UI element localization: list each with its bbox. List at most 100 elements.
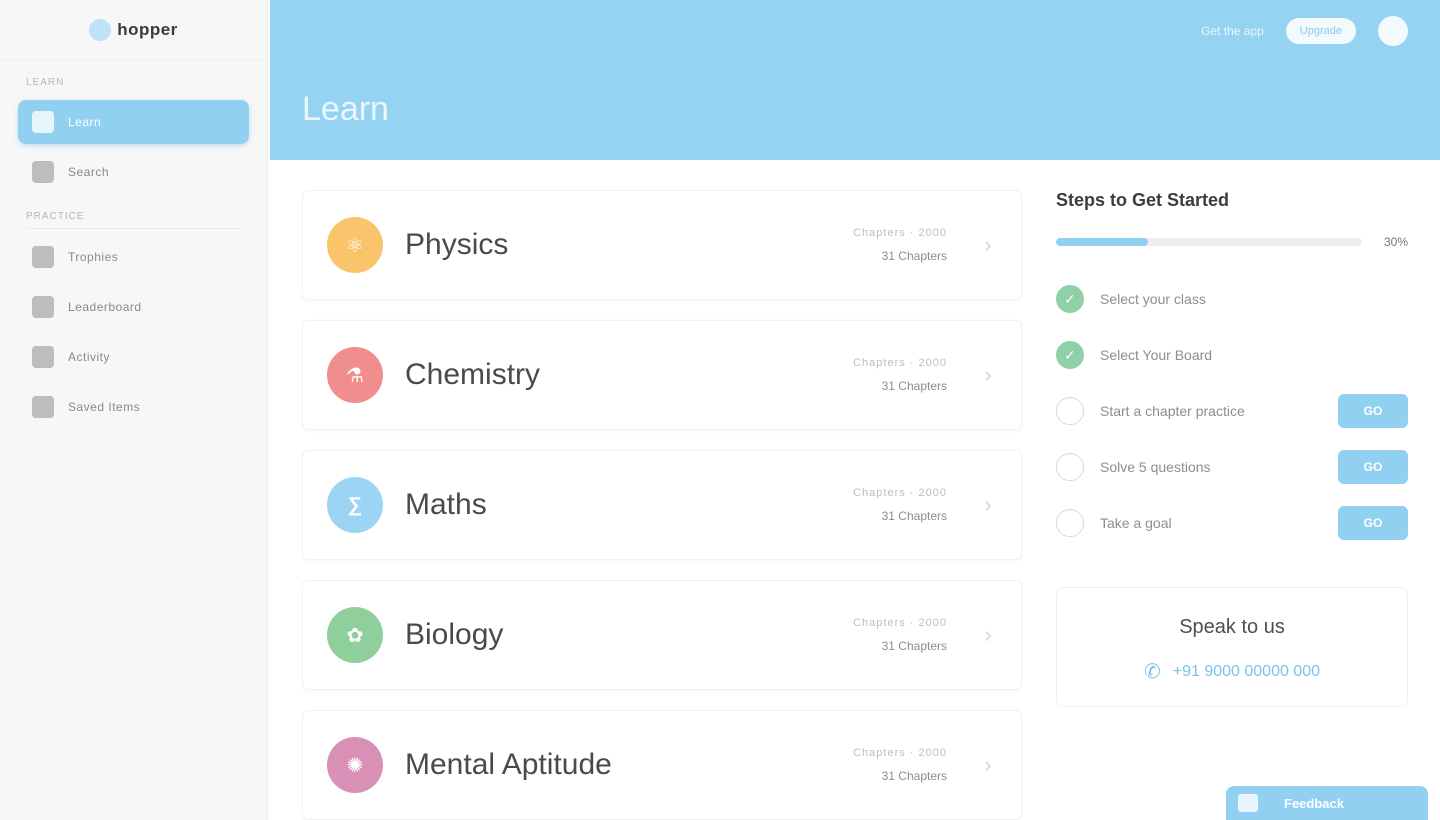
aptitude-icon: ✺ xyxy=(327,737,383,793)
book-icon xyxy=(32,111,54,133)
sidebar-item-label: Learn xyxy=(68,115,102,129)
feedback-button[interactable]: Feedback xyxy=(1226,786,1428,820)
chevron-right-icon: › xyxy=(984,232,992,257)
subject-name: Physics xyxy=(405,228,509,261)
step-label: Select your class xyxy=(1100,291,1206,307)
step-label: Take a goal xyxy=(1100,515,1172,531)
activity-icon xyxy=(32,346,54,368)
step-list: ✓ Select your class ✓ Select Your Board … xyxy=(1056,271,1408,551)
step-item: Solve 5 questions GO xyxy=(1056,439,1408,495)
empty-check-icon xyxy=(1056,509,1084,537)
chevron-right-icon: › xyxy=(984,752,992,777)
check-icon: ✓ xyxy=(1056,341,1084,369)
step-item: ✓ Select Your Board xyxy=(1056,327,1408,383)
biology-icon: ✿ xyxy=(327,607,383,663)
nav-section-label: LEARN xyxy=(26,77,65,88)
feedback-label: Feedback xyxy=(1284,795,1344,811)
subject-meta: Chapters · 2000 31 Chapters xyxy=(853,747,947,783)
step-item: Take a goal GO xyxy=(1056,495,1408,551)
subject-meta-bottom: 31 Chapters xyxy=(881,379,947,393)
sidebar-item-trophies[interactable]: Trophies xyxy=(18,235,249,279)
subject-meta-bottom: 31 Chapters xyxy=(881,509,947,523)
subject-meta-bottom: 31 Chapters xyxy=(881,639,947,653)
phone-link[interactable]: ✆ +91 9000 00000 000 xyxy=(1057,659,1407,684)
sidebar-item-label: Activity xyxy=(68,350,111,364)
subject-name: Chemistry xyxy=(405,358,541,391)
sidebar-item-label: Saved Items xyxy=(68,400,141,414)
check-icon: ✓ xyxy=(1056,285,1084,313)
sidebar-item-saved[interactable]: Saved Items xyxy=(18,385,249,429)
chevron-right-icon: › xyxy=(984,492,992,517)
trophy-icon xyxy=(32,246,54,268)
subject-card-biology[interactable]: ✿ Biology Chapters · 2000 31 Chapters › xyxy=(302,580,1022,690)
maths-icon: ∑ xyxy=(327,477,383,533)
subject-meta: Chapters · 2000 31 Chapters xyxy=(853,357,947,393)
steps-panel: Steps to Get Started 30% ✓ Select your c… xyxy=(1056,190,1408,707)
sidebar-item-search[interactable]: Search xyxy=(18,150,249,194)
empty-check-icon xyxy=(1056,453,1084,481)
subject-meta-top: Chapters · 2000 xyxy=(853,617,947,629)
subject-card-mental-aptitude[interactable]: ✺ Mental Aptitude Chapters · 2000 31 Cha… xyxy=(302,710,1022,820)
subject-meta-bottom: 31 Chapters xyxy=(881,249,947,263)
step-item: ✓ Select your class xyxy=(1056,271,1408,327)
step-label: Start a chapter practice xyxy=(1100,403,1245,419)
chemistry-icon: ⚗ xyxy=(327,347,383,403)
avatar[interactable] xyxy=(1378,16,1408,46)
logo-text: hopper xyxy=(117,19,178,39)
progress-text: 30% xyxy=(1383,235,1408,249)
physics-icon: ⚛ xyxy=(327,217,383,273)
phone-icon: ✆ xyxy=(1143,661,1161,683)
subject-name: Biology xyxy=(405,618,504,651)
nav-section-label: PRACTICE xyxy=(26,211,85,222)
subject-name: Maths xyxy=(405,488,487,521)
chevron-right-icon: › xyxy=(984,622,992,647)
step-label: Select Your Board xyxy=(1100,347,1213,363)
subject-card-chemistry[interactable]: ⚗ Chemistry Chapters · 2000 31 Chapters … xyxy=(302,320,1022,430)
steps-title: Steps to Get Started xyxy=(1056,190,1230,210)
nav-divider xyxy=(26,228,241,229)
search-icon xyxy=(32,161,54,183)
upgrade-button[interactable]: Upgrade xyxy=(1285,18,1356,44)
subject-meta-top: Chapters · 2000 xyxy=(853,747,947,759)
subject-meta: Chapters · 2000 31 Chapters xyxy=(853,487,947,523)
go-button[interactable]: GO xyxy=(1338,506,1408,540)
page-title: Learn xyxy=(302,90,389,128)
subject-meta-top: Chapters · 2000 xyxy=(853,357,947,369)
speak-to-us-card: Speak to us ✆ +91 9000 00000 000 xyxy=(1056,587,1408,707)
subject-meta-top: Chapters · 2000 xyxy=(853,487,947,499)
logo[interactable]: hopper xyxy=(0,0,267,60)
go-button[interactable]: GO xyxy=(1338,450,1408,484)
subject-card-physics[interactable]: ⚛ Physics Chapters · 2000 31 Chapters › xyxy=(302,190,1022,300)
phone-number: +91 9000 00000 000 xyxy=(1172,662,1321,680)
sidebar-item-activity[interactable]: Activity xyxy=(18,335,249,379)
sidebar-item-label: Trophies xyxy=(68,250,119,264)
subject-meta: Chapters · 2000 31 Chapters xyxy=(853,227,947,263)
step-item: Start a chapter practice GO xyxy=(1056,383,1408,439)
subject-name: Mental Aptitude xyxy=(405,748,612,781)
progress-fill xyxy=(1056,238,1148,246)
sidebar-item-leaderboard[interactable]: Leaderboard xyxy=(18,285,249,329)
steps-progress: 30% xyxy=(1056,235,1408,249)
subject-list: ⚛ Physics Chapters · 2000 31 Chapters › … xyxy=(302,190,1022,820)
feedback-icon xyxy=(1238,794,1258,812)
header-actions: Get the app Upgrade xyxy=(1201,16,1408,46)
sidebar-item-label: Search xyxy=(68,165,110,179)
get-app-link[interactable]: Get the app xyxy=(1201,24,1264,38)
speak-title: Speak to us xyxy=(1179,616,1285,638)
progress-track xyxy=(1056,238,1362,246)
step-label: Solve 5 questions xyxy=(1100,459,1211,475)
sidebar-item-label: Leaderboard xyxy=(68,300,142,314)
subject-card-maths[interactable]: ∑ Maths Chapters · 2000 31 Chapters › xyxy=(302,450,1022,560)
empty-check-icon xyxy=(1056,397,1084,425)
sidebar: hopper LEARN Learn Search PRACTICE Troph… xyxy=(0,0,268,820)
subject-meta: Chapters · 2000 31 Chapters xyxy=(853,617,947,653)
saved-icon xyxy=(32,396,54,418)
go-button[interactable]: GO xyxy=(1338,394,1408,428)
page-header: Get the app Upgrade Learn xyxy=(270,0,1440,160)
logo-mark-icon xyxy=(89,18,112,41)
subject-meta-bottom: 31 Chapters xyxy=(881,769,947,783)
subject-meta-top: Chapters · 2000 xyxy=(853,227,947,239)
leaderboard-icon xyxy=(32,296,54,318)
sidebar-item-learn[interactable]: Learn xyxy=(18,100,249,144)
chevron-right-icon: › xyxy=(984,362,992,387)
